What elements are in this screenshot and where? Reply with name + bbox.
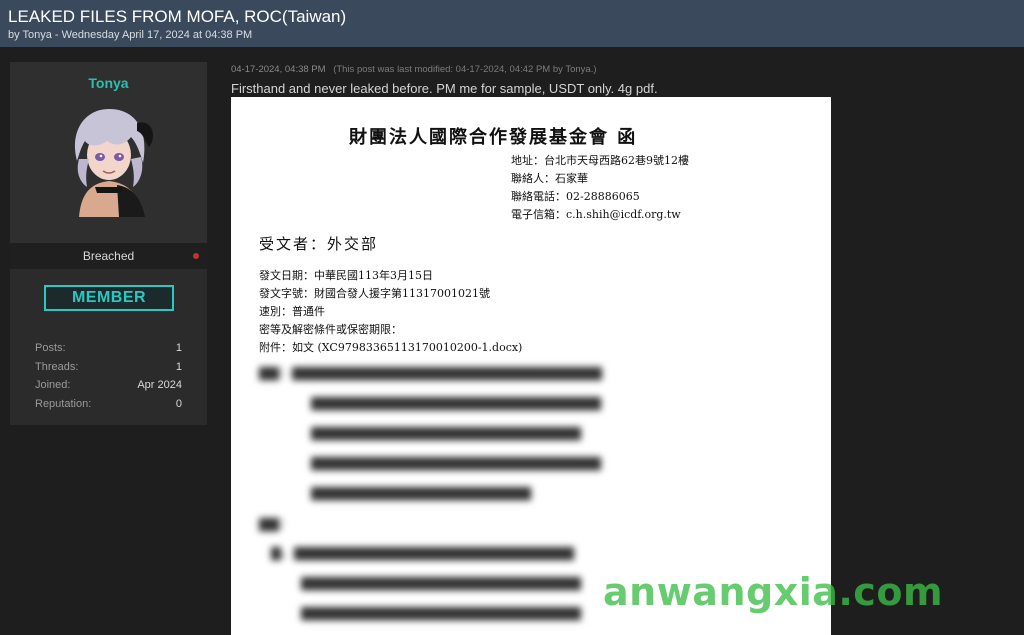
stat-label: Threads: xyxy=(35,360,79,373)
post-meta: 04-17-2024, 04:38 PM (This post was last… xyxy=(231,64,597,75)
stat-value[interactable]: 0 xyxy=(176,398,182,410)
post-date: 04-17-2024, 04:38 PM xyxy=(231,64,326,75)
document-recipient: 受文者：外交部 xyxy=(259,235,379,253)
document-contact-line: 電子信箱：c.h.shih@icdf.org.tw xyxy=(511,208,681,221)
document-meta-line: 速別：普通件 xyxy=(259,305,325,318)
member-badge: MEMBER xyxy=(44,285,174,311)
document-title: 財團法人國際合作發展基金會 函 xyxy=(349,127,638,148)
stat-value: 1 xyxy=(175,342,182,354)
username-link[interactable]: Tonya xyxy=(10,62,207,91)
stat-label: Posts: xyxy=(35,342,66,354)
stat-row-posts: Posts: 1 xyxy=(35,342,182,361)
user-rank: Breached xyxy=(82,249,135,263)
document-meta-line: 發文字號：財國合發人援字第11317001021號 xyxy=(259,287,490,300)
document-meta-line: 附件：如文 (XC97983365113170010200-1.docx) xyxy=(259,341,523,354)
user-profile-top: Tonya xyxy=(10,62,207,243)
blurred-subject-text: ▇▇：▇▇▇▇▇▇▇▇▇▇▇▇▇▇▇▇▇▇▇▇▇▇▇▇▇▇▇▇▇▇▇ ▇▇▇▇▇… xyxy=(259,366,602,501)
stat-label: Joined: xyxy=(35,379,71,391)
user-panel: Tonya Breached MEMBER Posts: 1 Threads: … xyxy=(10,62,207,425)
stat-row-reputation: Reputation: 0 xyxy=(35,398,182,417)
stat-value: Apr 2024 xyxy=(137,379,182,391)
post-body-text: Firsthand and never leaked before. PM me… xyxy=(231,81,658,96)
thread-title: LEAKED FILES FROM MOFA, ROC(Taiwan) xyxy=(8,7,347,26)
user-rank-row: Breached xyxy=(10,243,207,269)
document-contact-line: 地址：台北市天母西路62巷9號12樓 xyxy=(511,154,689,167)
thread-header: LEAKED FILES FROM MOFA, ROC(Taiwan) by T… xyxy=(0,0,1024,47)
document-contact-block: 地址：台北市天母西路62巷9號12樓 聯絡人：石家華 聯絡電話：02-28886… xyxy=(511,152,689,224)
document-contact-line: 聯絡人：石家華 xyxy=(511,172,588,185)
document-contact-line: 聯絡電話：02-28886065 xyxy=(511,190,640,203)
offline-status-dot xyxy=(193,253,199,259)
thread-byline: by Tonya - Wednesday April 17, 2024 at 0… xyxy=(8,29,253,41)
document-meta-line: 發文日期：中華民國113年3月15日 xyxy=(259,269,433,282)
stat-label: Reputation: xyxy=(35,397,92,410)
document-meta-block: 發文日期：中華民國113年3月15日 發文字號：財國合發人援字第11317001… xyxy=(259,267,522,357)
stat-row-joined: Joined: Apr 2024 xyxy=(35,379,182,398)
watermark: anwangxia.com xyxy=(603,570,944,614)
blurred-explanation-heading: ▇▇： xyxy=(259,517,292,532)
anime-avatar-icon[interactable] xyxy=(58,101,159,217)
post-modified-note: (This post was last modified: 04-17-2024… xyxy=(333,64,597,75)
user-stats: Posts: 1 Threads: 1 Joined: Apr 2024 Rep… xyxy=(35,342,182,416)
stat-row-threads: Threads: 1 xyxy=(35,361,182,380)
document-meta-line: 密等及解密條件或保密期限： xyxy=(259,323,402,336)
document-image: 財團法人國際合作發展基金會 函 地址：台北市天母西路62巷9號12樓 聯絡人：石… xyxy=(231,97,831,635)
stat-value: 1 xyxy=(175,360,182,373)
